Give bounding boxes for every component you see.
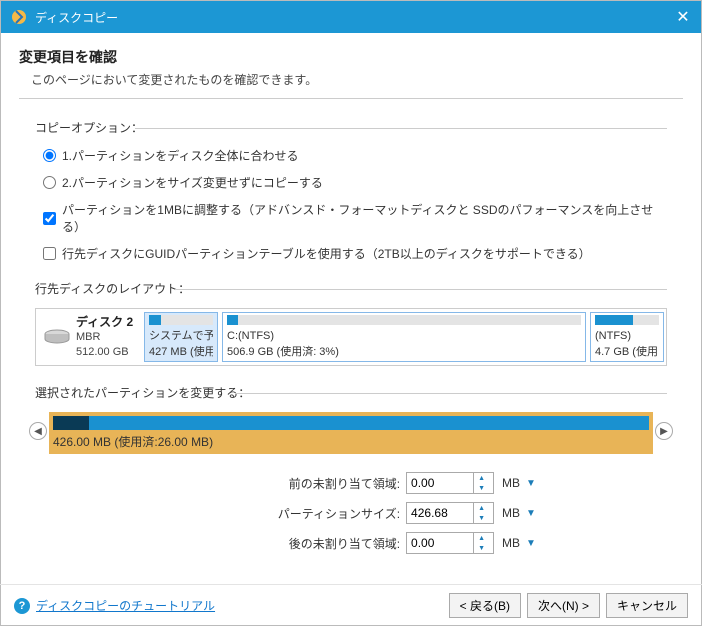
layout-label: 行先ディスクのレイアウト： <box>35 282 190 296</box>
window-title: ディスクコピー <box>35 9 673 26</box>
partition-size: 4.7 GB (使用 <box>595 345 659 359</box>
app-icon <box>9 7 29 27</box>
layout-section: 行先ディスクのレイアウト： ディスク 2 MBR 512.00 GB システムで… <box>35 280 667 366</box>
partition-name: システムで予約 <box>149 329 213 343</box>
titlebar: ディスクコピー ✕ <box>1 1 701 33</box>
edit-section: 選択されたパーティションを変更する： ◀ 426.00 MB (使用済:26.0… <box>35 384 667 554</box>
pre-unalloc-input[interactable]: ▲▼ <box>406 472 494 494</box>
partition-edit-text: 426.00 MB (使用済:26.00 MB) <box>53 433 649 450</box>
shrink-left-button[interactable]: ◀ <box>29 422 47 440</box>
next-button[interactable]: 次へ(N) > <box>527 593 600 618</box>
post-unalloc-value[interactable] <box>407 536 473 550</box>
disk-column: ディスク 2 MBR 512.00 GB <box>36 309 142 365</box>
back-button[interactable]: < 戻る(B) <box>449 593 521 618</box>
edit-area: ◀ 426.00 MB (使用済:26.00 MB) ▶ <box>35 412 667 454</box>
partition-size-value[interactable] <box>407 506 473 520</box>
spin-down-icon[interactable]: ▼ <box>474 543 489 553</box>
unit-label: MB <box>502 506 520 520</box>
cancel-button[interactable]: キャンセル <box>606 593 688 618</box>
post-unalloc-input[interactable]: ▲▼ <box>406 532 494 554</box>
option-no-resize[interactable]: 2.パーティションをサイズ変更せずにコピーする <box>43 174 667 191</box>
page-subheading: このページにおいて変更されたものを確認できます。 <box>31 71 683 88</box>
layout-box: ディスク 2 MBR 512.00 GB システムで予約 427 MB (使用 … <box>35 308 667 366</box>
partition-ntfs[interactable]: (NTFS) 4.7 GB (使用 <box>590 312 664 362</box>
field-label: パーティションサイズ: <box>166 505 406 522</box>
option-guid[interactable]: 行先ディスクにGUIDパーティションテーブルを使用する（2TB以上のディスクをサ… <box>43 245 667 262</box>
section-line <box>175 289 667 290</box>
partition-size: 427 MB (使用 <box>149 345 213 359</box>
option-align-1mb[interactable]: パーティションを1MBに調整する（アドバンスド・フォーマットディスクと SSDの… <box>43 201 667 235</box>
section-line <box>135 128 667 129</box>
partition-size: 506.9 GB (使用済: 3%) <box>227 345 581 359</box>
option-label: 1.パーティションをディスク全体に合わせる <box>62 147 298 164</box>
option-fit-disk[interactable]: 1.パーティションをディスク全体に合わせる <box>43 147 667 164</box>
disk-type: MBR <box>76 330 133 345</box>
field-post-unalloc: 後の未割り当て領域: ▲▼ MB ▼ <box>35 532 667 554</box>
radio-fit-disk[interactable] <box>43 149 56 162</box>
partition-system-reserved[interactable]: システムで予約 427 MB (使用 <box>144 312 218 362</box>
disk-name: ディスク 2 <box>76 314 133 330</box>
field-pre-unalloc: 前の未割り当て領域: ▲▼ MB ▼ <box>35 472 667 494</box>
checkbox-guid[interactable] <box>43 247 56 260</box>
partition-c[interactable]: C:(NTFS) 506.9 GB (使用済: 3%) <box>222 312 586 362</box>
partition-name: (NTFS) <box>595 329 659 343</box>
content: 変更項目を確認 このページにおいて変更されたものを確認できます。 コピーオプショ… <box>1 33 701 554</box>
spin-up-icon[interactable]: ▲ <box>474 473 489 483</box>
option-label: 2.パーティションをサイズ変更せずにコピーする <box>62 174 323 191</box>
partition-edit-box[interactable]: 426.00 MB (使用済:26.00 MB) <box>49 412 653 454</box>
disk-size: 512.00 GB <box>76 345 133 360</box>
unit-dropdown-icon[interactable]: ▼ <box>526 478 536 489</box>
unit-label: MB <box>502 536 520 550</box>
unit-dropdown-icon[interactable]: ▼ <box>526 508 536 519</box>
partition-bar <box>53 416 649 430</box>
partition-name: C:(NTFS) <box>227 329 581 343</box>
spin-down-icon[interactable]: ▼ <box>474 483 489 493</box>
field-label: 前の未割り当て領域: <box>166 475 406 492</box>
spin-up-icon[interactable]: ▲ <box>474 503 489 513</box>
copy-options-label: コピーオプション： <box>35 121 143 135</box>
pre-unalloc-value[interactable] <box>407 476 473 490</box>
option-label: 行先ディスクにGUIDパーティションテーブルを使用する（2TB以上のディスクをサ… <box>62 245 591 262</box>
help-icon: ? <box>14 598 30 614</box>
disk-info: ディスク 2 MBR 512.00 GB <box>76 314 133 360</box>
size-fields: 前の未割り当て領域: ▲▼ MB ▼ パーティションサイズ: ▲▼ MB ▼ 後… <box>35 472 667 554</box>
field-label: 後の未割り当て領域: <box>166 535 406 552</box>
footer: ? ディスクコピーのチュートリアル < 戻る(B) 次へ(N) > キャンセル <box>0 584 702 626</box>
help-link-area: ? ディスクコピーのチュートリアル <box>14 597 215 614</box>
grow-right-button[interactable]: ▶ <box>655 422 673 440</box>
spin-down-icon[interactable]: ▼ <box>474 513 489 523</box>
close-icon[interactable]: ✕ <box>673 7 693 27</box>
spin-up-icon[interactable]: ▲ <box>474 533 489 543</box>
separator <box>19 98 683 99</box>
checkbox-align-1mb[interactable] <box>43 212 56 225</box>
section-line <box>235 393 667 394</box>
partition-size-input[interactable]: ▲▼ <box>406 502 494 524</box>
radio-no-resize[interactable] <box>43 176 56 189</box>
unit-label: MB <box>502 476 520 490</box>
tutorial-link[interactable]: ディスクコピーのチュートリアル <box>36 597 215 614</box>
copy-options-section: コピーオプション： 1.パーティションをディスク全体に合わせる 2.パーティショ… <box>35 119 667 262</box>
field-partition-size: パーティションサイズ: ▲▼ MB ▼ <box>35 502 667 524</box>
option-label: パーティションを1MBに調整する（アドバンスド・フォーマットディスクと SSDの… <box>62 201 667 235</box>
edit-label: 選択されたパーティションを変更する： <box>35 386 250 400</box>
unit-dropdown-icon[interactable]: ▼ <box>526 538 536 549</box>
disk-icon <box>42 326 72 348</box>
page-heading: 変更項目を確認 <box>19 47 683 67</box>
